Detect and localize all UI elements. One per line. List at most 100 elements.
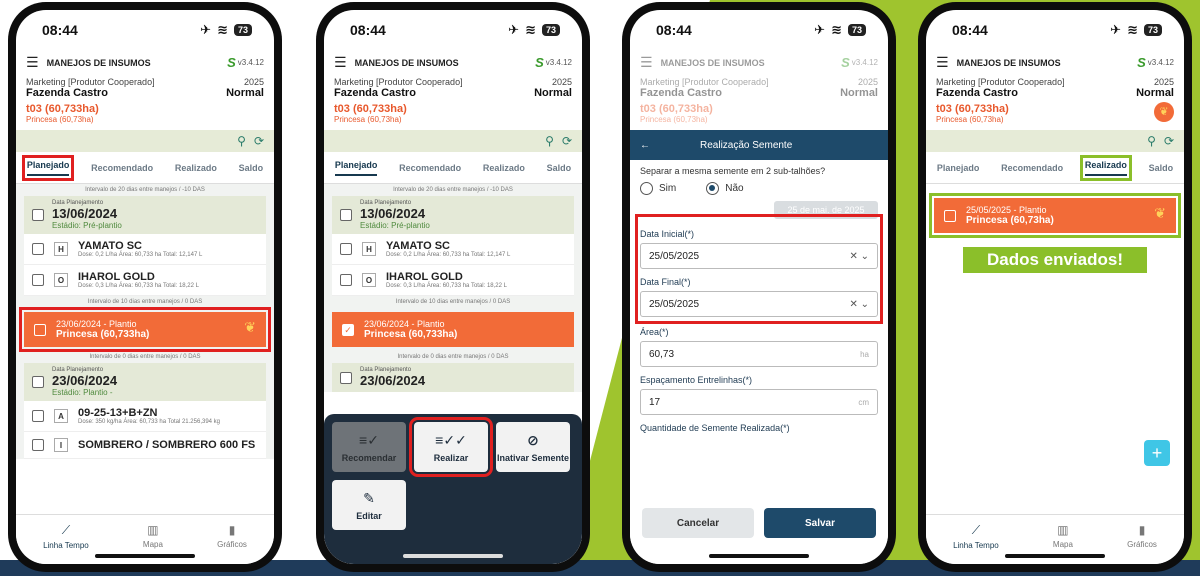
clear-icon[interactable]: ✕ bbox=[849, 299, 857, 310]
list-check-icon: ≡✓ bbox=[359, 431, 379, 448]
product-row[interactable]: O IHAROL GOLD Dose: 0,3 L/ha Área: 60,733 … bbox=[332, 265, 574, 296]
inactivate-button[interactable]: ⊘ Inativar Semente bbox=[496, 422, 570, 472]
timeline-list: Intervalo de 20 dias entre manejos / -10… bbox=[16, 184, 274, 459]
spacing-label: Espaçamento Entrelinhas(*) bbox=[640, 375, 753, 385]
talhao-sub: Princesa (60,73ha) bbox=[936, 115, 1004, 124]
checkbox[interactable] bbox=[32, 243, 44, 255]
product-badge: O bbox=[54, 273, 68, 287]
refresh-icon[interactable]: ⟳ bbox=[562, 134, 572, 148]
app-title: MANEJOS DE INSUMOS bbox=[46, 57, 151, 68]
product-row[interactable]: O IHAROL GOLD Dose: 0,3 L/ha Área: 60,733 … bbox=[24, 265, 266, 296]
checkbox[interactable] bbox=[340, 274, 352, 286]
nav-timeline[interactable]: ⟋ Linha Tempo bbox=[953, 523, 999, 550]
cancel-button[interactable]: Cancelar bbox=[642, 508, 754, 538]
product-detail: Dose: 0,3 L/ha Área: 60,733 ha Total: 18… bbox=[386, 283, 507, 289]
clear-icon[interactable]: ✕ bbox=[849, 251, 857, 262]
button-label: Recomendar bbox=[341, 452, 397, 463]
checkbox-checked[interactable]: ✓ bbox=[342, 323, 354, 336]
product-row[interactable]: I SOMBRERO / SOMBRERO 600 FS bbox=[24, 432, 266, 459]
date-card[interactable]: Data Planejamento 13/06/2024 Estádio: Pré-… bbox=[332, 196, 574, 234]
checkbox[interactable] bbox=[340, 371, 352, 384]
tab-recomendado[interactable]: Recomendado bbox=[399, 163, 461, 173]
nav-label: Gráficos bbox=[217, 540, 247, 549]
search-icon[interactable]: ⚲ bbox=[237, 134, 246, 148]
planting-item[interactable]: ✓ 23/06/2024 - Plantio Princesa (60,733ha) bbox=[332, 312, 574, 347]
product-row[interactable]: H YAMATO SC Dose: 0,2 L/ha Área: 60,733 ha… bbox=[332, 234, 574, 265]
date-card[interactable]: Data Planejamento 13/06/2024 Estádio: Pré-… bbox=[24, 196, 266, 234]
start-date-field[interactable]: 25/05/2025 ✕ ⌄ bbox=[640, 243, 878, 269]
tab-saldo[interactable]: Saldo bbox=[1149, 163, 1174, 173]
recommend-button[interactable]: ≡✓ Recomendar bbox=[332, 422, 406, 472]
nav-charts[interactable]: ▮ Gráficos bbox=[1127, 523, 1157, 549]
edit-button[interactable]: ✎ Editar bbox=[332, 480, 406, 530]
realize-button[interactable]: ≡✓✓ Realizar bbox=[409, 417, 493, 477]
date-chip: 25 de mai. de 2025 bbox=[774, 201, 878, 219]
spacing-field[interactable]: 17 cm bbox=[640, 389, 878, 415]
checkbox[interactable] bbox=[32, 376, 44, 388]
nav-map[interactable]: ▥ Mapa bbox=[143, 523, 163, 549]
menu-icon[interactable]: ☰ bbox=[936, 54, 949, 71]
battery-icon: 73 bbox=[541, 24, 560, 36]
chevron-down-icon[interactable]: ⌄ bbox=[861, 251, 869, 262]
add-button[interactable]: + bbox=[1144, 440, 1170, 466]
search-icon[interactable]: ⚲ bbox=[545, 134, 554, 148]
nav-timeline[interactable]: ⟋ Linha Tempo bbox=[43, 523, 89, 550]
talhao[interactable]: t03 (60,733ha) bbox=[334, 103, 572, 115]
planting-item[interactable]: 23/06/2024 - Plantio Princesa (60,733ha) ❦ bbox=[19, 307, 271, 352]
chevron-down-icon[interactable]: ⌄ bbox=[861, 299, 869, 310]
tab-planejado[interactable]: Planejado bbox=[21, 154, 75, 181]
back-arrow-icon[interactable]: ← bbox=[640, 140, 650, 151]
tab-planejado[interactable]: Planejado bbox=[937, 163, 980, 173]
save-button[interactable]: Salvar bbox=[764, 508, 876, 538]
checkbox[interactable] bbox=[340, 243, 352, 255]
checkbox[interactable] bbox=[944, 209, 956, 222]
area-field[interactable]: 60,73 ha bbox=[640, 341, 878, 367]
end-date-field[interactable]: 25/05/2025 ✕ ⌄ bbox=[640, 291, 878, 317]
radio-no[interactable]: Não bbox=[706, 182, 744, 195]
date-card[interactable]: Data Planejamento 23/06/2024 Estádio: Plan… bbox=[24, 363, 266, 401]
product-name: YAMATO SC bbox=[78, 240, 142, 252]
version-label: v3.4.12 bbox=[545, 58, 572, 67]
talhao[interactable]: t03 (60,733ha) bbox=[26, 103, 264, 115]
tab-saldo[interactable]: Saldo bbox=[239, 163, 264, 173]
wifi-icon: ≋ bbox=[1127, 22, 1138, 37]
search-icon[interactable]: ⚲ bbox=[1147, 134, 1156, 148]
tab-recomendado[interactable]: Recomendado bbox=[91, 163, 153, 173]
button-label: Editar bbox=[356, 510, 382, 521]
checkbox[interactable] bbox=[32, 209, 44, 221]
talhao[interactable]: t03 (60,733ha) bbox=[936, 103, 1009, 115]
product-detail: Dose: 0,2 L/ha Área: 60,733 ha Total: 12… bbox=[386, 252, 511, 258]
checkbox[interactable] bbox=[32, 274, 44, 286]
refresh-icon[interactable]: ⟳ bbox=[1164, 134, 1174, 148]
checkbox[interactable] bbox=[32, 410, 44, 422]
tab-realizado[interactable]: Realizado bbox=[483, 163, 525, 173]
nav-map[interactable]: ▥ Mapa bbox=[1053, 523, 1073, 549]
interval-label: Intervalo de 10 dias entre manejos / 0 D… bbox=[395, 299, 511, 305]
checkbox[interactable] bbox=[34, 323, 46, 336]
checkbox[interactable] bbox=[32, 439, 44, 451]
year-type: Normal bbox=[534, 87, 572, 99]
tab-recomendado[interactable]: Recomendado bbox=[1001, 163, 1063, 173]
tab-planejado[interactable]: Planejado bbox=[334, 160, 378, 176]
wheat-icon: ❦ bbox=[1154, 205, 1166, 221]
refresh-icon[interactable]: ⟳ bbox=[254, 134, 264, 148]
tab-realizado[interactable]: Realizado bbox=[175, 163, 217, 173]
menu-icon[interactable]: ☰ bbox=[334, 54, 347, 71]
nav-label: Mapa bbox=[142, 540, 163, 549]
tab-realizado[interactable]: Realizado bbox=[1079, 154, 1132, 181]
tab-saldo[interactable]: Saldo bbox=[547, 163, 572, 173]
year-type: Normal bbox=[226, 87, 264, 99]
date-card[interactable]: Data Planejamento 23/06/2024 bbox=[332, 363, 574, 392]
status-bar: 08:44 ✈ ≋ 73 bbox=[926, 10, 1184, 50]
nav-charts[interactable]: ▮ Gráficos bbox=[217, 523, 247, 549]
product-row[interactable]: A 09-25-13+B+ZN Dose: 350 kg/ha Área: 60,7… bbox=[24, 401, 266, 432]
product-row[interactable]: H YAMATO SC Dose: 0,2 L/ha Área: 60,733 ha… bbox=[24, 234, 266, 265]
menu-icon[interactable]: ☰ bbox=[26, 54, 39, 71]
modal-title: Realização Semente bbox=[700, 139, 793, 151]
timeline-list: Intervalo de 20 dias entre manejos / -10… bbox=[324, 184, 582, 392]
radio-yes[interactable]: Sim bbox=[640, 182, 676, 195]
status-time: 08:44 bbox=[656, 22, 692, 38]
year: 2025 bbox=[857, 77, 878, 87]
realized-item[interactable]: 25/05/2025 - Plantio Princesa (60,73ha) ❦ bbox=[929, 193, 1181, 238]
checkbox[interactable] bbox=[340, 209, 352, 221]
